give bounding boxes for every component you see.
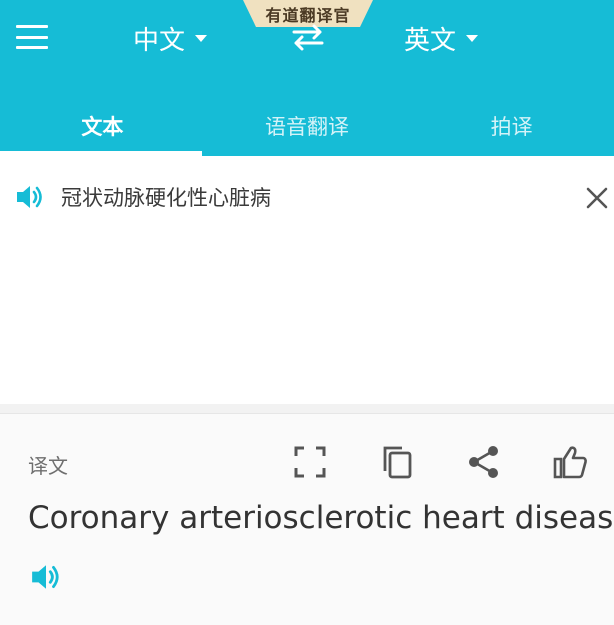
close-icon[interactable] (585, 186, 609, 210)
share-icon[interactable] (466, 444, 502, 480)
menu-icon-bar (16, 25, 48, 28)
fullscreen-icon[interactable] (292, 444, 328, 480)
thumbs-up-icon[interactable] (552, 444, 588, 480)
tab-text[interactable]: 文本 (0, 96, 205, 156)
menu-button[interactable] (16, 25, 48, 49)
translation-text[interactable]: Coronary arteriosclerotic heart disease (28, 500, 614, 536)
menu-icon-bar (16, 46, 48, 49)
source-text[interactable]: 冠状动脉硬化性心脏病 (61, 183, 271, 213)
caret-down-icon (195, 34, 208, 42)
swap-languages-icon[interactable] (290, 22, 326, 52)
source-language-label: 中文 (133, 25, 186, 56)
translation-label: 译文 (28, 454, 68, 478)
speaker-icon[interactable] (15, 183, 45, 211)
source-language-select[interactable]: 中文 (133, 18, 208, 58)
menu-icon-bar (16, 35, 48, 39)
speaker-icon[interactable] (30, 562, 62, 592)
tab-voice-translation[interactable]: 语音翻译 (205, 96, 410, 156)
target-language-select[interactable]: 英文 (404, 18, 479, 58)
mode-tabs: 文本 语音翻译 拍译 (0, 96, 614, 156)
target-language-label: 英文 (404, 25, 457, 56)
copy-icon[interactable] (379, 444, 415, 480)
tab-photo-translation[interactable]: 拍译 (409, 96, 614, 156)
caret-down-icon (466, 34, 479, 42)
